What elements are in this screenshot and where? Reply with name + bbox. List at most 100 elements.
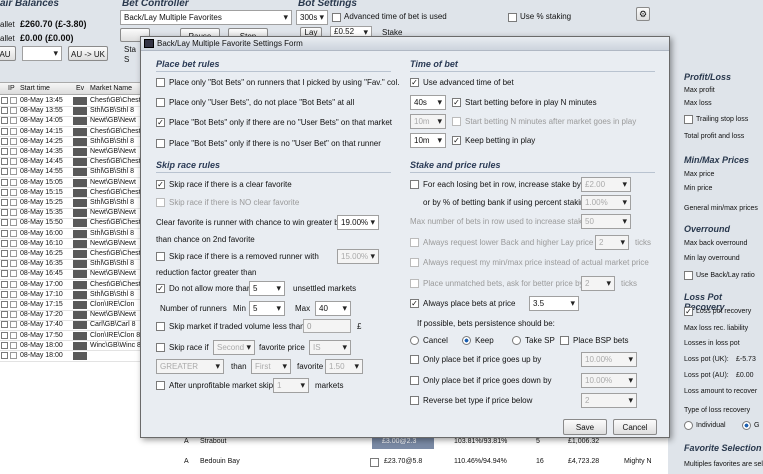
table-row[interactable]: 08-May 17:20 Newt\GB\Newt [0, 310, 140, 321]
row-ip-box[interactable] [10, 280, 17, 288]
row-checkbox[interactable] [1, 127, 8, 135]
row-ip-box[interactable] [10, 209, 17, 217]
sp8-select[interactable]: 10.00% [581, 352, 637, 367]
row-checkbox[interactable] [1, 270, 8, 278]
tb1-checkbox[interactable]: ✓ [410, 78, 419, 87]
table-row[interactable]: 08-May 14:45 Chest\GB\Chest [0, 157, 140, 168]
row-ip-box[interactable] [10, 260, 17, 268]
row-ip-box[interactable] [10, 178, 17, 186]
tb4-checkbox[interactable]: ✓ [452, 136, 461, 145]
time-select[interactable]: 300s [296, 10, 328, 25]
row-ip-box[interactable] [10, 117, 17, 125]
sp9-select[interactable]: 10.00% [581, 373, 637, 388]
row-checkbox[interactable] [1, 311, 8, 319]
row-checkbox[interactable] [1, 280, 8, 288]
min-runners-select[interactable]: 5 [249, 301, 285, 316]
sk6-checkbox[interactable] [156, 343, 165, 352]
table-row[interactable]: 08-May 14:15 Chest\GB\Chest [0, 127, 140, 138]
table-row[interactable]: 08-May 14:25 Sthl\GB\Sthl 8 [0, 137, 140, 148]
table-row[interactable]: 08-May 14:55 Sthl\GB\Sthl 8 [0, 167, 140, 178]
row-checkbox[interactable] [1, 158, 8, 166]
sp4-checkbox[interactable] [410, 238, 419, 247]
row-checkbox[interactable] [1, 188, 8, 196]
sp5-checkbox[interactable] [410, 258, 419, 267]
row-ip-box[interactable] [10, 97, 17, 104]
row-checkbox[interactable] [1, 239, 8, 247]
sp2-select[interactable]: 1.00% [581, 195, 631, 210]
table-row[interactable]: 08-May 17:10 Sthl\GB\Sthl 8 [0, 290, 140, 301]
table-row[interactable]: 08-May 17:50 Clon\IRE\Clon 8th May\1... [0, 331, 140, 342]
bsp-checkbox[interactable] [560, 336, 569, 345]
table-row[interactable]: 08-May 17:00 Chest\GB\Chest [0, 280, 140, 291]
pb3-checkbox[interactable]: ✓ [156, 118, 165, 127]
sp6-checkbox[interactable] [410, 279, 419, 288]
wallet-transfer-select[interactable] [22, 46, 62, 61]
bottom-row-1-price[interactable]: £3.00@2.3 [372, 438, 434, 449]
sk4-checkbox[interactable]: ✓ [156, 284, 165, 293]
dialog-titlebar[interactable]: Back/Lay Multiple Favorite Settings Form [141, 37, 669, 51]
row-ip-box[interactable] [10, 229, 17, 237]
row-ip-box[interactable] [10, 301, 17, 308]
table-row[interactable]: 08-May 17:15 Clon\IRE\Clon [0, 300, 140, 311]
use-pct-checkbox[interactable] [508, 13, 517, 22]
table-row[interactable]: 08-May 14:05 Newt\GB\Newt [0, 116, 140, 127]
row-ip-box[interactable] [10, 341, 17, 349]
sp7-checkbox[interactable]: ✓ [410, 299, 419, 308]
sk3-select[interactable]: 15.00% [337, 249, 379, 264]
first-select[interactable]: First [251, 359, 291, 374]
clear-fav-select[interactable]: 19.00% [337, 215, 379, 230]
sp8-checkbox[interactable] [410, 355, 419, 364]
col-start-time[interactable]: Start time [20, 85, 50, 92]
row-ip-box[interactable] [10, 127, 17, 135]
table-row[interactable]: 08-May 15:25 Sthl\GB\Sthl 8 [0, 198, 140, 209]
row-ip-box[interactable] [10, 239, 17, 247]
sk2-checkbox[interactable] [156, 198, 165, 207]
take-sp-radio[interactable] [512, 336, 521, 345]
row-ip-box[interactable] [10, 270, 17, 278]
sp7-select[interactable]: 3.5 [529, 296, 579, 311]
tb-select-2[interactable]: 10m [410, 114, 446, 129]
col-market-name[interactable]: Market Name [90, 85, 132, 92]
table-row[interactable]: 08-May 16:25 Chest\GB\Chest [0, 249, 140, 260]
max-runners-select[interactable]: 40 [315, 301, 351, 316]
sk5-checkbox[interactable] [156, 322, 165, 331]
row-checkbox[interactable] [1, 260, 8, 268]
sk4-select[interactable]: 5 [249, 281, 285, 296]
pb1-checkbox[interactable] [156, 78, 165, 87]
row-ip-box[interactable] [10, 331, 17, 339]
table-row[interactable]: 08-May 16:35 Sthl\GB\Sthl 8 [0, 259, 140, 270]
individual-radio[interactable] [684, 421, 693, 430]
table-row[interactable]: 08-May 16:10 Newt\GB\Newt [0, 239, 140, 250]
sp10-checkbox[interactable] [410, 396, 419, 405]
tb-select-1[interactable]: 40s [410, 95, 446, 110]
table-row[interactable]: 08-May 13:45 Chest\GB\Chest [0, 96, 140, 107]
g-radio[interactable] [742, 421, 751, 430]
row-checkbox[interactable] [1, 301, 8, 308]
bottom-row-2-checkbox[interactable] [370, 458, 379, 467]
row-checkbox[interactable] [1, 331, 8, 339]
row-ip-box[interactable] [10, 311, 17, 319]
sp10-select[interactable]: 2 [581, 393, 637, 408]
by-select[interactable]: 1.50 [325, 359, 363, 374]
row-checkbox[interactable] [1, 352, 8, 359]
tb-select-3[interactable]: 10m [410, 133, 446, 148]
sp1-checkbox[interactable] [410, 180, 419, 189]
table-row[interactable]: 08-May 16:45 Newt\GB\Newt [0, 269, 140, 280]
row-checkbox[interactable] [1, 341, 8, 349]
bottom-row-2-horse[interactable]: Bedouin Bay [200, 458, 240, 465]
sp3-select[interactable]: 50 [581, 214, 631, 229]
row-ip-box[interactable] [10, 352, 17, 359]
table-row[interactable]: 08-May 16:00 Sthl\GB\Sthl 8 [0, 229, 140, 240]
row-checkbox[interactable] [1, 137, 8, 145]
table-row[interactable]: 08-May 15:15 Chest\GB\Chest [0, 188, 140, 199]
tb2-checkbox[interactable]: ✓ [452, 98, 461, 107]
row-checkbox[interactable] [1, 168, 8, 176]
row-checkbox[interactable] [1, 219, 8, 227]
row-ip-box[interactable] [10, 107, 17, 115]
row-ip-box[interactable] [10, 158, 17, 166]
row-checkbox[interactable] [1, 199, 8, 206]
row-ip-box[interactable] [10, 199, 17, 206]
pb2-checkbox[interactable] [156, 98, 165, 107]
row-checkbox[interactable] [1, 290, 8, 298]
row-ip-box[interactable] [10, 137, 17, 145]
